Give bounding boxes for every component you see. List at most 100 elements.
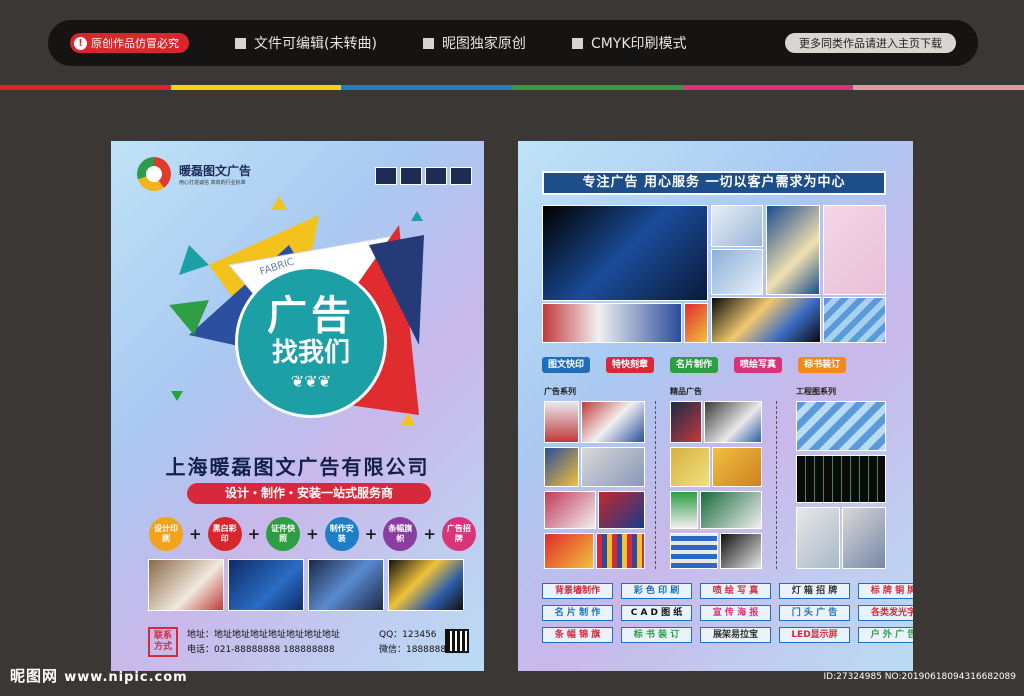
photo-thumb: [670, 533, 718, 569]
photo-signage: [388, 559, 464, 611]
tag-item: 特快刻章: [606, 357, 655, 373]
caption-item: C A D 图 纸: [621, 605, 692, 621]
square-bullet-icon: [422, 37, 434, 49]
photo-thumb: [544, 401, 579, 443]
photo-receipts: [823, 205, 886, 295]
photo-blueprint: [823, 297, 886, 343]
photo-thumb: [581, 401, 645, 443]
headline-main: 广告: [267, 292, 355, 339]
caption-item: 条 幅 锦 旗: [542, 627, 613, 643]
photo-lightbox-row: [711, 297, 821, 343]
photo-posters: [711, 249, 763, 295]
square-bullet-icon: [571, 37, 583, 49]
service-banner: 设计・制作・安装一站式服务商: [187, 483, 431, 504]
photo-thumb: [796, 455, 886, 503]
site-name: 昵图网: [10, 667, 59, 685]
square-bullet-icon: [235, 37, 246, 49]
plus-icon: +: [423, 525, 436, 543]
tag-item: 图文快印: [542, 357, 591, 373]
logo-name: 暖磊图文广告: [179, 164, 252, 178]
feature-editable: 文件可编辑(未转曲): [235, 33, 377, 53]
copyright-warning-badge: ! 原创作品仿冒必究: [70, 33, 189, 53]
site-watermark: 昵图网 www.nipic.com: [10, 665, 188, 686]
service-icons-row: 设计印刷 + 黑白彩印 + 证件快照 + 制作安装 + 条幅旗帜 + 广告招牌: [149, 517, 476, 551]
photo-brochure: [766, 205, 820, 295]
photo-signwall: [542, 303, 682, 343]
photo-thumb: [670, 401, 702, 443]
plus-icon: +: [306, 525, 319, 543]
caption-item: 门 头 广 告: [779, 605, 850, 621]
company-logo: 暖磊图文广告 用心打造诚信 高效的行业标准: [137, 157, 251, 191]
feature-text: 文件可编辑(未转曲): [254, 36, 377, 52]
photo-thumb: [704, 401, 762, 443]
photo-thumb: [596, 533, 645, 569]
photo-lightbox: [308, 559, 384, 611]
warning-text: 原创作品仿冒必究: [91, 37, 179, 50]
column-title: 工程图系列: [796, 387, 836, 396]
address-text: 地址：地址地址地址地址地址地址地址: [187, 630, 341, 640]
service-circle: 证件快照: [266, 517, 301, 551]
caption-item: 背景墙制作: [542, 583, 613, 599]
color-stripe: [0, 85, 1024, 90]
address-block: 地址：地址地址地址地址地址地址地址 电话：021-88888888 188888…: [187, 628, 340, 658]
contact-tag: 联系方式: [148, 627, 178, 657]
column-divider: [655, 401, 656, 569]
feature-text: CMYK印刷模式: [590, 36, 687, 52]
caption-item: 灯 箱 招 牌: [779, 583, 850, 599]
photo-thumb: [598, 491, 645, 529]
photo-thumb: [670, 447, 710, 487]
caption-item: 喷 绘 写 真: [700, 583, 771, 599]
caption-item: 各类发光字: [858, 605, 913, 621]
caption-item: 标 书 装 订: [621, 627, 692, 643]
caption-item: 标 牌 铜 牌: [858, 583, 913, 599]
caption-item: 宣 传 海 报: [700, 605, 771, 621]
product-photos: [148, 559, 464, 611]
photo-bags-large: [542, 205, 708, 301]
photo-bags: [228, 559, 304, 611]
photo-thumb: [796, 401, 886, 451]
photo-thumb: [544, 533, 594, 569]
column-title: 广告系列: [544, 387, 576, 396]
more-works-button[interactable]: 更多同类作品请进入主页下载: [785, 33, 956, 53]
caption-item: 户 外 广 告: [858, 627, 913, 643]
feature-exclusive: 昵图独家原创: [422, 33, 526, 53]
plus-icon: +: [189, 525, 202, 543]
logo-slogan: 用心打造诚信 高效的行业标准: [179, 180, 246, 186]
phone-text: 电话：021-88888888 188888888: [187, 645, 335, 655]
slogan-banner: 专注广告 用心服务 一切以客户需求为中心: [542, 171, 886, 195]
photo-thumb: [842, 507, 886, 569]
triangle-decoration: [171, 391, 183, 401]
headline-circle: 广告 找我们 ❦❦❦: [235, 266, 387, 418]
service-circle: 条幅旗帜: [383, 517, 418, 551]
tag-item: 标书装订: [798, 357, 847, 373]
triangle-decoration: [401, 413, 415, 425]
photo-thumb: [712, 447, 762, 487]
plus-icon: +: [247, 525, 261, 543]
triangle-decoration: [411, 211, 423, 221]
photo-books: [148, 559, 224, 611]
photo-rollup: [684, 303, 708, 343]
company-name: 上海暖磊图文广告有限公司: [165, 455, 430, 479]
service-circle: 黑白彩印: [207, 517, 242, 551]
service-circle: 广告招牌: [441, 517, 476, 551]
site-url: www.nipic.com: [64, 670, 188, 685]
left-flyer: 暖磊图文广告 用心打造诚信 高效的行业标准 FABRIC 广告 找我们 ❦❦❦ …: [111, 141, 484, 671]
photo-thumb: [720, 533, 762, 569]
photo-thumb: [581, 447, 645, 487]
qr-code-icon: [445, 629, 469, 653]
photo-thumb: [544, 447, 579, 487]
exclamation-icon: !: [74, 36, 87, 50]
logo-icon: [137, 157, 171, 191]
caption-item: LED显示屏: [779, 627, 850, 643]
feature-cmyk: CMYK印刷模式: [571, 33, 687, 53]
feature-text: 昵图独家原创: [441, 36, 526, 52]
caption-item: 名 片 制 作: [542, 605, 613, 621]
column-title: 精品广告: [670, 387, 702, 396]
tag-item: 喷绘写真: [734, 357, 783, 373]
triangle-decoration: [271, 196, 287, 210]
service-captions: 背景墙制作 彩 色 印 刷 喷 绘 写 真 灯 箱 招 牌 标 牌 铜 牌 名 …: [542, 583, 913, 643]
plus-icon: +: [364, 525, 378, 543]
image-id: ID:27324985 NO:20190618094316682089: [823, 672, 1017, 682]
right-flyer: 专注广告 用心服务 一切以客户需求为中心 图文快印 特快刻章 名片制作 喷绘写真…: [518, 141, 913, 671]
photo-thumb: [796, 507, 840, 569]
